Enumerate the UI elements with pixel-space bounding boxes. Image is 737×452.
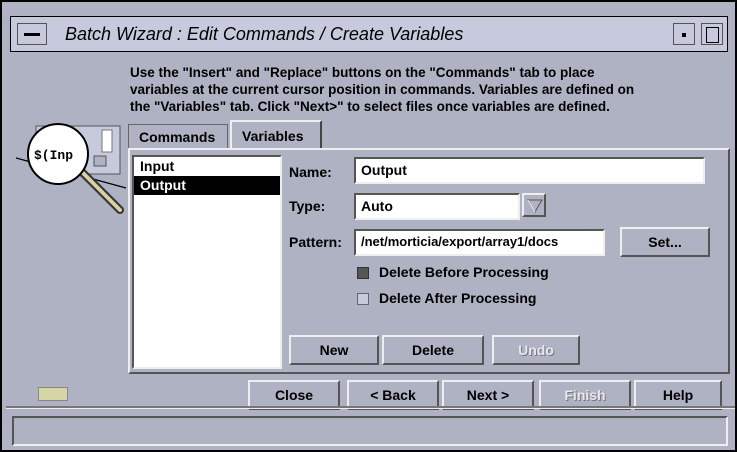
- window-menu-button[interactable]: [17, 23, 47, 45]
- tab-variables[interactable]: Variables: [230, 120, 322, 148]
- magnifier-text: $(Inp: [34, 148, 73, 163]
- title-bar[interactable]: Batch Wizard : Edit Commands / Create Va…: [10, 16, 728, 52]
- list-item-input[interactable]: Input: [134, 157, 280, 176]
- instructions-text: Use the "Insert" and "Replace" buttons o…: [130, 64, 730, 115]
- instructions-line-3: the "Variables" tab. Click "Next>" to se…: [130, 99, 610, 114]
- new-button[interactable]: New: [289, 335, 379, 365]
- status-bar: [12, 416, 728, 446]
- pattern-input[interactable]: /net/morticia/export/array1/docs: [354, 229, 605, 256]
- type-select[interactable]: Auto: [354, 193, 520, 220]
- name-input[interactable]: Output: [354, 157, 705, 184]
- list-item-output[interactable]: Output: [134, 176, 280, 195]
- delete-after-label: Delete After Processing: [379, 290, 537, 306]
- tab-commands[interactable]: Commands: [128, 124, 228, 148]
- type-label: Type:: [289, 198, 326, 214]
- name-label: Name:: [289, 164, 332, 180]
- minimize-button[interactable]: [673, 23, 695, 45]
- variables-list[interactable]: Input Output: [132, 155, 282, 369]
- status-indicator: [38, 387, 68, 401]
- divider: [6, 406, 735, 409]
- delete-before-checkbox[interactable]: [357, 267, 369, 279]
- instructions-line-1: Use the "Insert" and "Replace" buttons o…: [130, 65, 595, 80]
- undo-button[interactable]: Undo: [492, 335, 580, 365]
- pattern-label: Pattern:: [289, 234, 342, 250]
- type-dropdown-button[interactable]: [522, 193, 546, 217]
- magnifier-icon: $(Inp: [15, 122, 146, 222]
- set-button[interactable]: Set...: [620, 227, 710, 257]
- delete-after-checkbox[interactable]: [357, 293, 369, 305]
- instructions-line-2: variables at the current cursor position…: [130, 82, 635, 97]
- chevron-down-icon: [527, 199, 543, 213]
- batch-wizard-window: Batch Wizard : Edit Commands / Create Va…: [0, 0, 737, 452]
- delete-before-label: Delete Before Processing: [379, 264, 549, 280]
- window-title: Batch Wizard : Edit Commands / Create Va…: [65, 24, 464, 44]
- maximize-button[interactable]: [701, 23, 723, 45]
- delete-button[interactable]: Delete: [382, 335, 484, 365]
